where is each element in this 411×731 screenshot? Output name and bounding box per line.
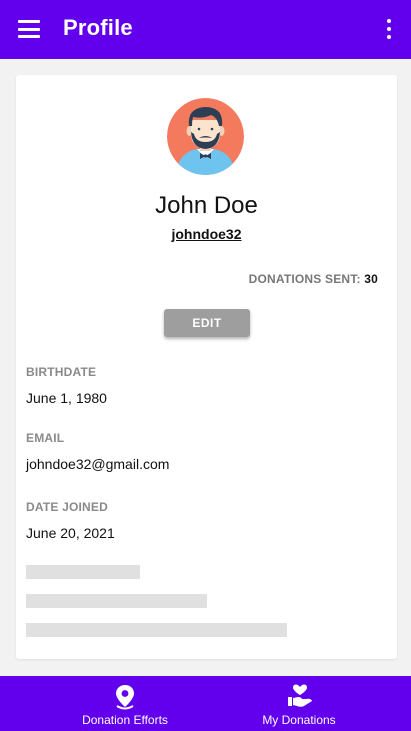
donations-sent: DONATIONS SENT: 30 — [249, 272, 378, 286]
birthdate-label: BIRTHDATE — [26, 365, 97, 379]
avatar — [167, 98, 244, 175]
date-joined-label: DATE JOINED — [26, 500, 108, 514]
birthdate-value: June 1, 1980 — [26, 390, 107, 406]
nav-label-my-donations: My Donations — [262, 713, 336, 727]
nav-label-donation-efforts: Donation Efforts — [82, 713, 168, 727]
donation-hand-heart-icon — [287, 684, 313, 713]
profile-card: John Doe johndoe32 DONATIONS SENT: 30 ED… — [16, 75, 397, 659]
location-pin-icon — [114, 684, 136, 715]
app-bar: Profile — [0, 0, 411, 59]
donations-sent-label: DONATIONS SENT — [248, 272, 357, 286]
skeleton-line — [26, 565, 140, 579]
donations-sent-count: 30 — [364, 272, 378, 286]
edit-button[interactable]: EDIT — [164, 309, 250, 337]
hamburger-menu-icon[interactable] — [18, 20, 40, 38]
nav-item-donation-efforts[interactable]: Donation Efforts — [65, 676, 185, 731]
profile-name: John Doe — [155, 192, 258, 219]
skeleton-line — [26, 623, 287, 637]
profile-username[interactable]: johndoe32 — [16, 226, 397, 242]
skeleton-line — [26, 594, 207, 608]
page-title: Profile — [63, 15, 133, 40]
email-value: johndoe32@gmail.com — [26, 456, 170, 472]
date-joined-value: June 20, 2021 — [26, 525, 115, 541]
donations-sent-separator: : — [356, 272, 361, 286]
nav-item-my-donations[interactable]: My Donations — [246, 676, 352, 731]
more-vertical-icon[interactable] — [386, 19, 392, 39]
bottom-navigation: Donation Efforts My Donations — [0, 676, 411, 731]
email-label: EMAIL — [26, 431, 65, 445]
